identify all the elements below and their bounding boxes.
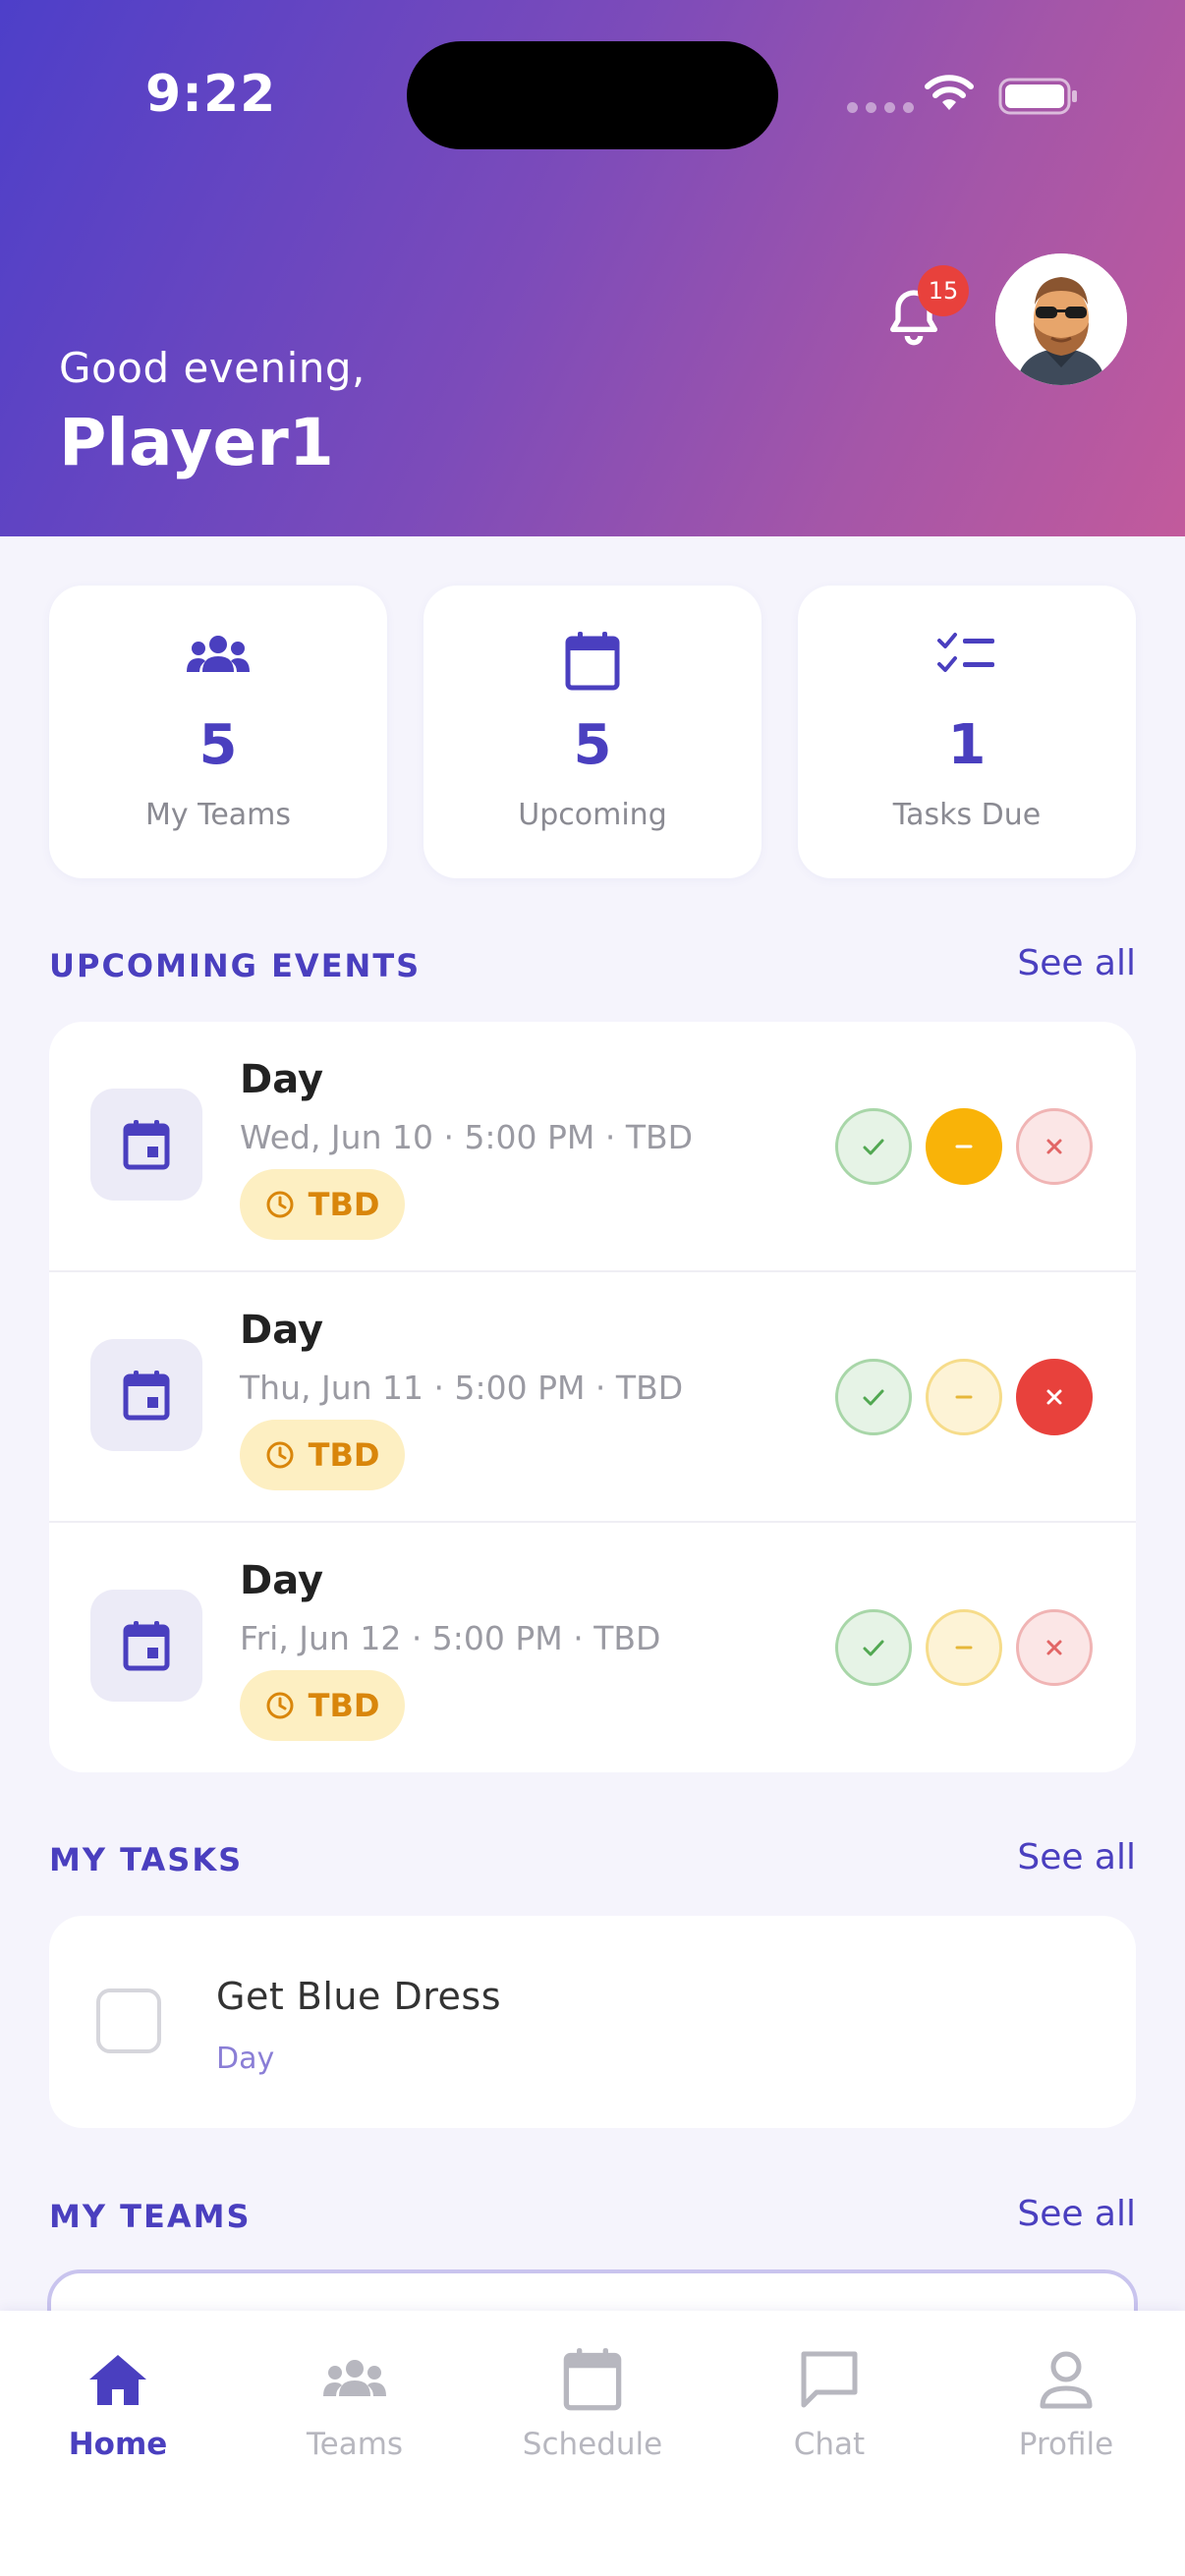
rsvp-yes-button[interactable] [835, 1609, 912, 1686]
status-time: 9:22 [145, 65, 277, 124]
stat-label: My Teams [144, 798, 292, 832]
section-title-upcoming-events: UPCOMING EVENTS [49, 947, 422, 984]
see-all-tasks-link[interactable]: See all [1017, 1837, 1136, 1877]
nav-label: Schedule [522, 2427, 663, 2462]
event-tag-label: TBD [308, 1687, 380, 1724]
stat-value: 5 [573, 713, 612, 777]
clock-icon [266, 1692, 294, 1719]
clock-icon [266, 1191, 294, 1218]
cellular-signal-icon [847, 102, 914, 113]
group-icon [49, 631, 387, 680]
rsvp-maybe-button[interactable] [926, 1359, 1002, 1435]
wifi-icon [924, 73, 975, 116]
nav-item-chat[interactable]: Chat [731, 2340, 928, 2462]
rsvp-yes-button[interactable] [835, 1108, 912, 1185]
stat-card-my-teams[interactable]: 5 My Teams [49, 586, 387, 878]
event-tag-label: TBD [308, 1186, 380, 1223]
home-icon [20, 2340, 216, 2419]
event-datetime: Fri, Jun 12 · 5:00 PM · TBD [240, 1619, 661, 1657]
minus-icon [955, 1145, 973, 1148]
nav-label: Teams [306, 2427, 404, 2462]
clock-icon [266, 1441, 294, 1469]
rsvp-maybe-button[interactable] [926, 1609, 1002, 1686]
header-banner: 9:22 15 Good evening, Player1 [0, 0, 1185, 536]
rsvp-no-button[interactable] [1016, 1108, 1093, 1185]
check-icon [863, 1139, 884, 1155]
user-name: Player1 [59, 405, 334, 480]
stat-label: Tasks Due [892, 798, 1042, 832]
event-title: Day [240, 1057, 324, 1102]
rsvp-yes-button[interactable] [835, 1359, 912, 1435]
calendar-event-icon [90, 1339, 202, 1451]
calendar-icon [423, 631, 762, 692]
nav-item-profile[interactable]: Profile [968, 2340, 1164, 2462]
nav-item-teams[interactable]: Teams [256, 2340, 453, 2462]
calendar-event-icon [90, 1089, 202, 1201]
dynamic-island [407, 41, 778, 149]
section-title-my-tasks: MY TASKS [49, 1841, 244, 1878]
stat-value: 5 [198, 713, 238, 777]
stat-card-tasks-due[interactable]: 1 Tasks Due [798, 586, 1136, 878]
close-icon [1046, 1640, 1062, 1655]
close-icon [1046, 1389, 1062, 1405]
stat-card-upcoming[interactable]: 5 Upcoming [423, 586, 762, 878]
stat-label: Upcoming [518, 798, 667, 832]
avatar[interactable] [995, 253, 1127, 385]
check-icon [863, 1389, 884, 1406]
calendar-icon [494, 2340, 691, 2419]
check-icon [863, 1640, 884, 1656]
minus-icon [955, 1646, 973, 1650]
event-status-tag: TBD [240, 1420, 405, 1490]
event-row[interactable]: Day Wed, Jun 10 · 5:00 PM · TBD TBD [49, 1022, 1136, 1272]
rsvp-maybe-button[interactable] [926, 1108, 1002, 1185]
task-item[interactable]: Get Blue Dress Day [49, 1916, 1136, 2128]
section-title-my-teams: MY TEAMS [49, 2198, 252, 2235]
task-checkbox[interactable] [96, 1988, 161, 2053]
event-row[interactable]: Day Fri, Jun 12 · 5:00 PM · TBD TBD [49, 1523, 1136, 1773]
calendar-event-icon [90, 1590, 202, 1702]
events-list: Day Wed, Jun 10 · 5:00 PM · TBD TBD Day [49, 1022, 1136, 1772]
notification-count-badge: 15 [918, 265, 969, 316]
chat-icon [731, 2340, 928, 2419]
close-icon [1046, 1139, 1062, 1154]
group-icon [256, 2340, 453, 2419]
nav-label: Home [68, 2427, 168, 2462]
event-datetime: Wed, Jun 10 · 5:00 PM · TBD [240, 1118, 694, 1156]
task-title: Get Blue Dress [216, 1975, 501, 2018]
stat-value: 1 [947, 713, 987, 777]
checklist-icon [798, 631, 1136, 680]
event-status-tag: TBD [240, 1169, 405, 1240]
event-status-tag: TBD [240, 1670, 405, 1741]
event-title: Day [240, 1308, 324, 1353]
person-icon [968, 2340, 1164, 2419]
greeting-text: Good evening, [59, 344, 366, 392]
nav-label: Profile [1018, 2427, 1114, 2462]
task-event-label: Day [216, 2042, 275, 2076]
rsvp-no-button[interactable] [1016, 1609, 1093, 1686]
nav-item-schedule[interactable]: Schedule [494, 2340, 691, 2462]
minus-icon [955, 1395, 973, 1399]
see-all-events-link[interactable]: See all [1017, 943, 1136, 983]
event-row[interactable]: Day Thu, Jun 11 · 5:00 PM · TBD TBD [49, 1272, 1136, 1523]
event-title: Day [240, 1558, 324, 1603]
event-tag-label: TBD [308, 1436, 380, 1474]
rsvp-no-button[interactable] [1016, 1359, 1093, 1435]
nav-label: Chat [793, 2427, 866, 2462]
nav-item-home[interactable]: Home [20, 2340, 216, 2462]
bottom-nav: Home Teams Schedule Chat Profile [0, 2311, 1185, 2576]
see-all-teams-link[interactable]: See all [1017, 2194, 1136, 2234]
event-datetime: Thu, Jun 11 · 5:00 PM · TBD [240, 1369, 684, 1407]
battery-icon [998, 77, 1081, 120]
